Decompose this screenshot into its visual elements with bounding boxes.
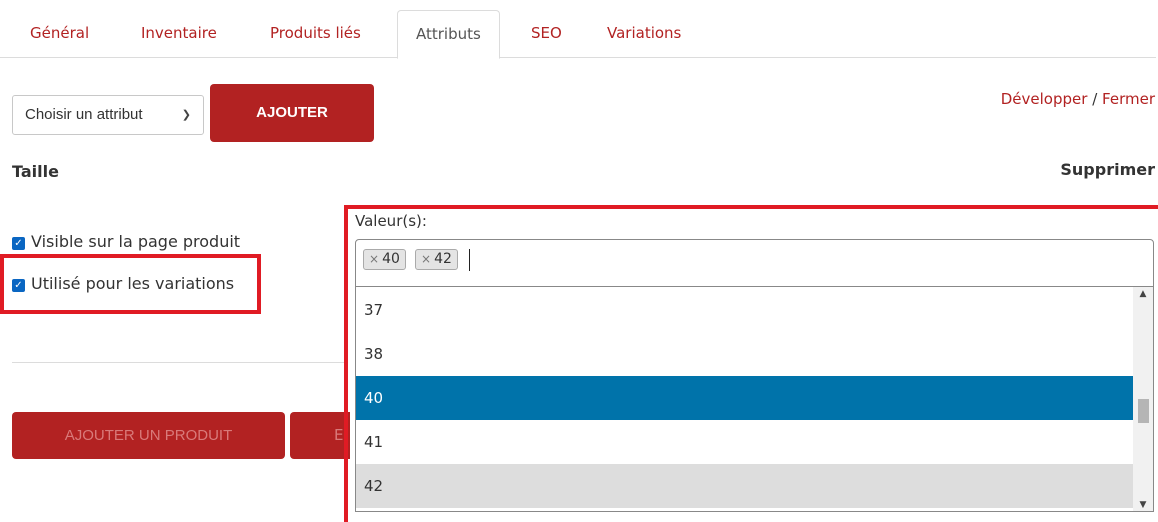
tab-general[interactable]: Général — [12, 10, 107, 58]
chip-label: 42 — [434, 251, 452, 267]
values-dropdown: 37 38 40 41 42 ▲ ▼ — [355, 287, 1154, 512]
attribute-select[interactable]: Choisir un attribut ❯ — [12, 95, 204, 135]
values-label: Valeur(s): — [355, 212, 427, 230]
visible-checkbox-label: Visible sur la page produit — [31, 232, 241, 251]
expand-link[interactable]: Développer — [1001, 90, 1088, 108]
scroll-up-arrow-icon[interactable]: ▲ — [1133, 289, 1153, 299]
tab-linked-products[interactable]: Produits liés — [252, 10, 379, 58]
collapse-link[interactable]: Fermer — [1102, 90, 1155, 108]
dropdown-option[interactable]: 41 — [356, 420, 1134, 464]
value-chip[interactable]: × 40 — [363, 249, 406, 270]
values-multiselect-input[interactable]: × 40 × 42 — [355, 239, 1154, 287]
tab-attributes[interactable]: Attributs — [397, 10, 500, 59]
highlight-box-variations — [0, 254, 261, 314]
link-separator: / — [1092, 90, 1098, 108]
chip-label: 40 — [382, 251, 400, 267]
add-product-button[interactable]: AJOUTER UN PRODUIT — [12, 412, 285, 459]
remove-chip-icon[interactable]: × — [369, 252, 379, 266]
tab-inventory[interactable]: Inventaire — [123, 10, 235, 58]
visible-on-product-page-row[interactable]: ✓ Visible sur la page produit — [12, 232, 240, 251]
attribute-name: Taille — [12, 162, 59, 181]
remove-attribute-link[interactable]: Supprimer — [1060, 160, 1155, 179]
scroll-down-arrow-icon[interactable]: ▼ — [1133, 500, 1153, 510]
tab-variations[interactable]: Variations — [589, 10, 699, 58]
expand-collapse-links: Développer / Fermer — [1001, 90, 1155, 108]
scroll-thumb[interactable] — [1138, 399, 1149, 423]
tab-seo[interactable]: SEO — [513, 10, 580, 58]
tab-bar: Général Inventaire Produits liés Attribu… — [0, 0, 1156, 59]
dropdown-scrollbar[interactable]: ▲ ▼ — [1133, 287, 1153, 511]
attribute-select-value: Choisir un attribut — [25, 106, 143, 123]
dropdown-option-selected[interactable]: 40 — [356, 376, 1134, 420]
chevron-down-icon: ❯ — [181, 109, 191, 121]
dropdown-option-hover[interactable]: 42 — [356, 464, 1134, 508]
value-chip[interactable]: × 42 — [415, 249, 458, 270]
text-caret — [469, 249, 470, 271]
add-attribute-button[interactable]: AJOUTER — [210, 84, 374, 142]
visible-checkbox[interactable]: ✓ — [12, 237, 25, 250]
dropdown-option[interactable]: 38 — [356, 332, 1134, 376]
dropdown-option[interactable]: 37 — [356, 288, 1134, 332]
section-divider — [12, 362, 348, 363]
remove-chip-icon[interactable]: × — [421, 252, 431, 266]
secondary-button[interactable]: E — [290, 412, 350, 459]
